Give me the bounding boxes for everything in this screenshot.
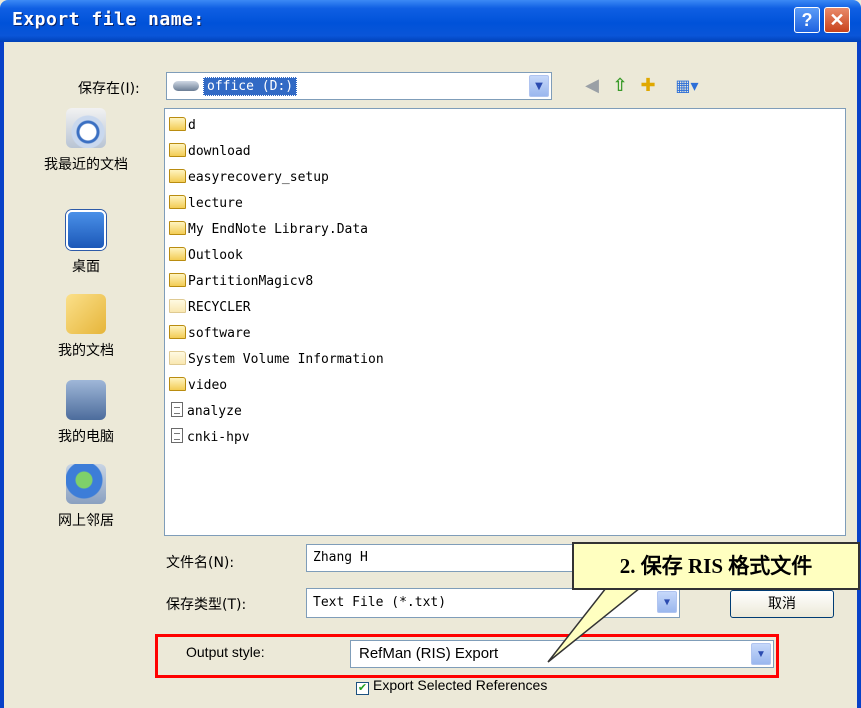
save-in-label: 保存在(I): [78, 81, 140, 97]
up-folder-icon[interactable]: ⇧ [608, 74, 632, 98]
folder-icon [169, 169, 186, 183]
help-button[interactable]: ? [794, 7, 820, 33]
file-name: video [188, 378, 228, 393]
save-in-dropdown[interactable]: office (D:) ▼ [166, 72, 552, 100]
file-name: System Volume Information [188, 352, 384, 367]
folder-icon [169, 195, 186, 209]
folder-icon [169, 351, 186, 365]
document-icon [171, 428, 183, 443]
filetype-label: 保存类型(T): [166, 597, 247, 613]
file-name: download [188, 144, 251, 159]
export-selected-checkbox[interactable]: ✔ Export Selected References [356, 677, 547, 695]
document-icon [171, 402, 183, 417]
list-item[interactable]: analyze [169, 401, 242, 423]
filename-input[interactable]: Zhang H [306, 544, 602, 572]
place-label: 我最近的文档 [44, 157, 128, 173]
new-folder-icon[interactable]: ✚ [636, 74, 660, 98]
window-frame-left [0, 42, 4, 708]
list-item[interactable]: RECYCLER [169, 297, 251, 319]
list-item[interactable]: easyrecovery_setup [169, 167, 329, 189]
place-label: 我的文档 [58, 343, 114, 359]
file-name: PartitionMagicv8 [188, 274, 314, 289]
checkmark-icon[interactable]: ✔ [356, 682, 369, 695]
list-item[interactable]: System Volume Information [169, 349, 384, 371]
folder-icon [169, 273, 186, 287]
list-item[interactable]: d [169, 115, 196, 137]
chevron-down-icon[interactable]: ▼ [751, 643, 771, 665]
file-list[interactable]: d download easyrecovery_setup lecture My… [164, 108, 846, 536]
dialog-title: Export file name: [12, 9, 205, 30]
place-network[interactable]: 网上邻居 [22, 464, 150, 530]
file-name: Outlook [188, 248, 243, 263]
window-frame-right [857, 42, 861, 708]
file-name: analyze [187, 404, 242, 419]
chevron-down-icon[interactable]: ▼ [657, 591, 677, 613]
output-style-label: Output style: [186, 644, 265, 660]
list-item[interactable]: video [169, 375, 227, 397]
save-in-value: office (D:) [203, 77, 298, 96]
export-selected-label: Export Selected References [373, 677, 548, 693]
recent-documents-icon [66, 108, 106, 148]
drive-icon [173, 81, 199, 91]
place-my-computer[interactable]: 我的电脑 [22, 380, 150, 446]
list-item[interactable]: PartitionMagicv8 [169, 271, 313, 293]
folder-icon [169, 143, 186, 157]
place-label: 网上邻居 [58, 513, 114, 529]
file-name: easyrecovery_setup [188, 170, 329, 185]
desktop-icon [66, 210, 106, 250]
network-places-icon [66, 464, 106, 504]
filetype-value: Text File (*.txt) [313, 595, 447, 610]
file-name: d [188, 118, 196, 133]
list-item[interactable]: cnki-hpv [169, 427, 250, 449]
folder-icon [169, 299, 186, 313]
output-style-value: RefMan (RIS) Export [359, 645, 499, 662]
place-recent[interactable]: 我最近的文档 [22, 108, 150, 174]
folder-icon [169, 325, 186, 339]
filetype-dropdown[interactable]: Text File (*.txt) ▼ [306, 588, 680, 618]
list-item[interactable]: My EndNote Library.Data [169, 219, 368, 241]
places-bar: 我最近的文档 桌面 我的文档 我的电脑 网上邻居 [22, 108, 150, 538]
place-label: 我的电脑 [58, 429, 114, 445]
list-item[interactable]: download [169, 141, 251, 163]
file-name: RECYCLER [188, 300, 251, 315]
list-item[interactable]: lecture [169, 193, 243, 215]
list-item[interactable]: Outlook [169, 245, 243, 267]
back-icon[interactable]: ◀ [580, 74, 604, 98]
output-style-dropdown[interactable]: RefMan (RIS) Export ▼ [350, 640, 774, 668]
file-name: My EndNote Library.Data [188, 222, 369, 237]
file-name: cnki-hpv [187, 430, 250, 445]
cancel-button[interactable]: 取消 [730, 590, 834, 618]
folder-icon [169, 117, 186, 131]
chevron-down-icon[interactable]: ▼ [529, 75, 549, 97]
my-computer-icon [66, 380, 106, 420]
folder-icon [169, 377, 186, 391]
place-my-documents[interactable]: 我的文档 [22, 294, 150, 360]
list-item[interactable]: software [169, 323, 251, 345]
my-documents-icon [66, 294, 106, 334]
close-button[interactable]: ✕ [824, 7, 850, 33]
place-desktop[interactable]: 桌面 [22, 210, 150, 276]
file-name: lecture [188, 196, 243, 211]
folder-icon [169, 221, 186, 235]
filename-label: 文件名(N): [166, 555, 235, 571]
title-bar: Export file name: ? ✕ [0, 0, 861, 42]
file-name: software [188, 326, 251, 341]
place-label: 桌面 [72, 259, 100, 275]
folder-icon [169, 247, 186, 261]
views-menu-icon[interactable]: ▦▾ [670, 74, 704, 98]
callout-annotation: 2. 保存 RIS 格式文件 [572, 542, 860, 590]
